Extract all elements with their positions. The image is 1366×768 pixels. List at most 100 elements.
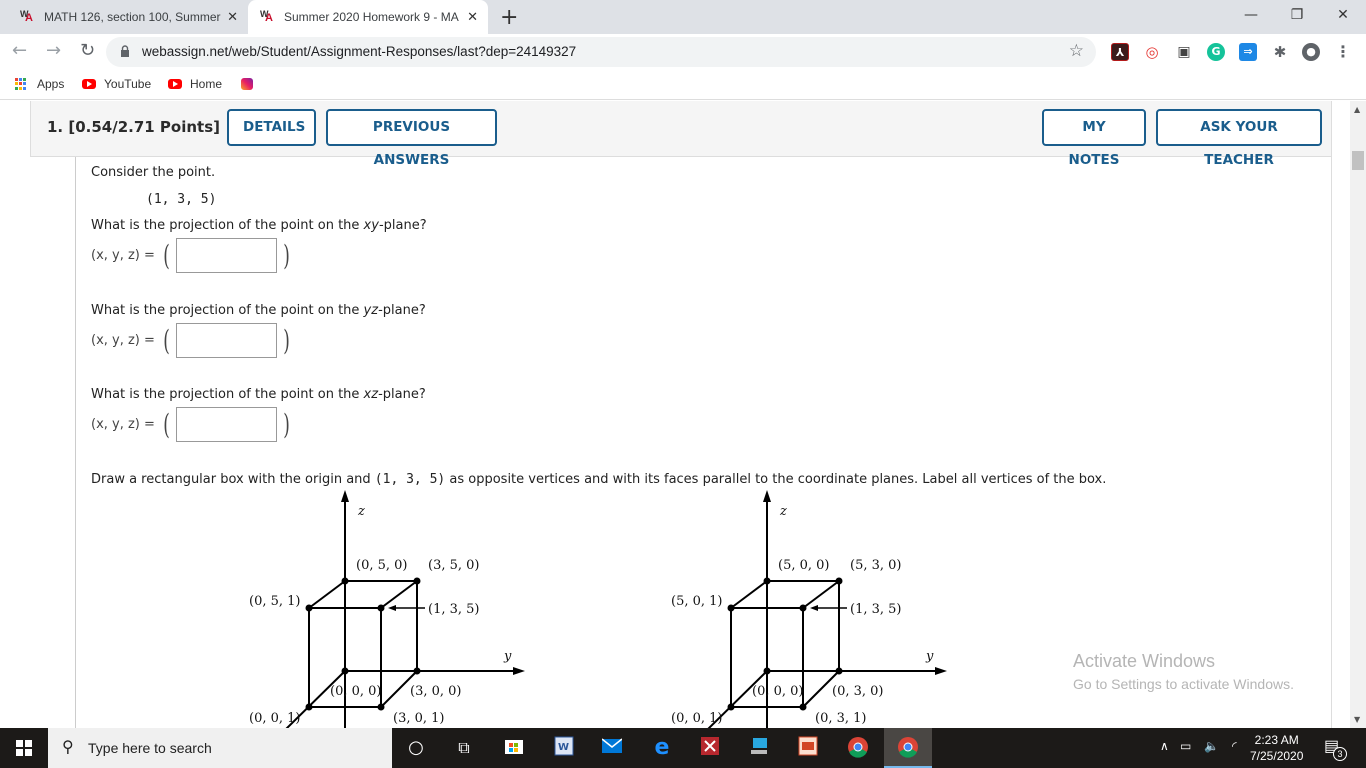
xz-projection-input[interactable] [175, 407, 277, 442]
system-clock[interactable]: 2:23 AM 7/25/2020 [1250, 732, 1303, 764]
z-axis-arrow [763, 490, 771, 502]
restore-button[interactable]: ❐ [1274, 0, 1320, 34]
this-pc-icon[interactable] [748, 736, 772, 760]
bookmark-instagram[interactable] [240, 77, 254, 91]
edge-icon[interactable]: e [650, 736, 674, 760]
vertex [835, 667, 843, 675]
close-tab-icon[interactable]: ✕ [227, 9, 238, 25]
bookmark-label: Home [190, 77, 223, 91]
video-extension-icon[interactable]: ▣ [1175, 43, 1193, 61]
battery-icon[interactable]: ▭ [1180, 739, 1191, 753]
tab-label: MATH 126, section 100, Summer [44, 10, 221, 24]
scroll-up-arrow-icon[interactable]: ▲ [1354, 105, 1360, 114]
vertex-label: (0, 3, 0) [832, 684, 884, 699]
intro-text: Consider the point. [91, 165, 216, 180]
scroll-thumb[interactable] [1352, 151, 1364, 170]
chrome-icon [896, 736, 920, 760]
adobe-acrobat-icon[interactable]: ⅄ [1111, 43, 1129, 61]
y-axis-label: y [503, 649, 512, 664]
bookmark-youtube[interactable]: YouTube [82, 77, 151, 91]
tab-homework-9[interactable]: WA Summer 2020 Homework 9 - MA ✕ [248, 0, 488, 34]
vertex [377, 604, 385, 612]
webassign-icon: WA [260, 9, 273, 24]
activate-windows-subtitle: Go to Settings to activate Windows. [1073, 676, 1294, 692]
word-icon[interactable]: W [552, 736, 576, 760]
box-graph-option-2[interactable]: z y (5, 0, 0) (5, 3, 0) (5, 0, 1) (1, 3,… [652, 490, 962, 728]
yz-projection-input[interactable] [175, 323, 277, 358]
profile-avatar-icon[interactable]: ● [1302, 43, 1320, 61]
powerpoint-icon[interactable] [796, 736, 820, 760]
bookmark-apps[interactable]: Apps [15, 77, 64, 91]
new-tab-button[interactable]: + [500, 5, 518, 30]
youtube-icon [82, 79, 96, 89]
ask-your-teacher-button[interactable]: ASK YOUR TEACHER [1156, 109, 1322, 168]
volume-icon[interactable]: 🔈 [1204, 739, 1219, 753]
given-point: (1, 3, 5) [146, 192, 217, 207]
menu-kebab-icon[interactable]: ⋮ [1334, 43, 1352, 61]
share-extension-icon[interactable]: ⇒ [1239, 43, 1257, 61]
svg-text:W: W [558, 742, 569, 753]
microsoft-store-icon[interactable] [502, 736, 526, 760]
taskbar-search-box[interactable]: ⚲ Type here to search [48, 728, 392, 768]
vertex [763, 577, 771, 585]
show-hidden-icons-chevron[interactable]: ∧ [1160, 739, 1169, 753]
vertex [305, 703, 313, 711]
wifi-icon[interactable]: ◜ [1232, 739, 1237, 753]
question-header: 1. [0.54/2.71 Points] DETAILS PREVIOUS A… [30, 101, 1332, 168]
details-button[interactable]: DETAILS [227, 109, 316, 146]
scroll-down-arrow-icon[interactable]: ▼ [1354, 715, 1360, 724]
vertex [413, 577, 421, 585]
answer-label: (x, y, z) = [91, 417, 155, 432]
back-arrow-icon[interactable]: ← [12, 40, 27, 61]
my-notes-button[interactable]: MY NOTES [1042, 109, 1146, 168]
reload-icon[interactable]: ↻ [80, 40, 95, 61]
browser-toolbar: ← → ↻ webassign.net/web/Student/Assignme… [0, 34, 1366, 70]
page-scrollbar[interactable]: ▲ ▼ [1350, 101, 1366, 728]
xy-projection-input[interactable] [175, 238, 277, 273]
vertex [727, 604, 735, 612]
search-icon: ⚲ [62, 737, 74, 756]
vertex-label: (1, 3, 5) [428, 602, 480, 617]
extensions-puzzle-icon[interactable]: ✱ [1271, 43, 1289, 61]
close-paren: ) [283, 324, 290, 357]
close-paren: ) [283, 239, 290, 272]
chrome-active-taskbar-item[interactable] [884, 728, 932, 768]
chrome-icon[interactable] [846, 736, 870, 760]
bookmark-star-icon[interactable]: ☆ [1069, 41, 1084, 61]
y-axis-arrow [513, 667, 525, 675]
grammarly-icon[interactable]: G [1207, 43, 1225, 61]
cortana-icon[interactable]: ○ [404, 736, 428, 760]
answer-label: (x, y, z) = [91, 248, 155, 263]
task-view-icon[interactable]: ⧉ [452, 736, 476, 760]
mail-icon[interactable] [600, 736, 624, 760]
vertex-label: (5, 0, 0) [778, 558, 830, 573]
box-graph-option-1[interactable]: z y (0, 5, 0) (3, 5, 0) (0, 5, 1) (1, 3,… [230, 490, 540, 728]
previous-answers-button[interactable]: PREVIOUS ANSWERS [326, 109, 497, 168]
vertex [799, 604, 807, 612]
vertex-label: (0, 5, 1) [249, 594, 301, 609]
forward-arrow-icon[interactable]: → [46, 40, 61, 61]
minimize-button[interactable]: — [1228, 0, 1274, 34]
vertex [341, 577, 349, 585]
tab-strip: WA MATH 126, section 100, Summer ✕ WA Su… [0, 0, 1366, 34]
lock-icon [121, 45, 129, 57]
close-window-button[interactable]: ✕ [1320, 0, 1366, 34]
close-tab-icon[interactable]: ✕ [467, 9, 478, 25]
activate-windows-title: Activate Windows [1073, 651, 1216, 671]
vertex-label: (0, 5, 0) [356, 558, 408, 573]
vertex [413, 667, 421, 675]
search-extension-icon[interactable]: ◎ [1143, 43, 1161, 61]
question-points: 1. [0.54/2.71 Points] [47, 118, 221, 136]
instagram-icon [240, 77, 254, 91]
windows-taskbar: ⚲ Type here to search ○ ⧉ W e ∧ ▭ 🔈 ◜ 2:… [0, 728, 1366, 768]
address-bar[interactable]: webassign.net/web/Student/Assignment-Res… [106, 37, 1096, 67]
windows-start-icon[interactable] [16, 740, 32, 756]
notification-count-badge: 3 [1333, 747, 1347, 761]
access-app-icon[interactable] [698, 736, 722, 760]
bookmark-home[interactable]: Home [168, 77, 222, 91]
tab-label: Summer 2020 Homework 9 - MA [284, 10, 459, 24]
vertex-label: (3, 0, 0) [410, 684, 462, 699]
vertex [727, 703, 735, 711]
tab-math-126[interactable]: WA MATH 126, section 100, Summer ✕ [8, 0, 248, 34]
part-2-answer-row: (x, y, z) = ( ) [91, 323, 292, 358]
